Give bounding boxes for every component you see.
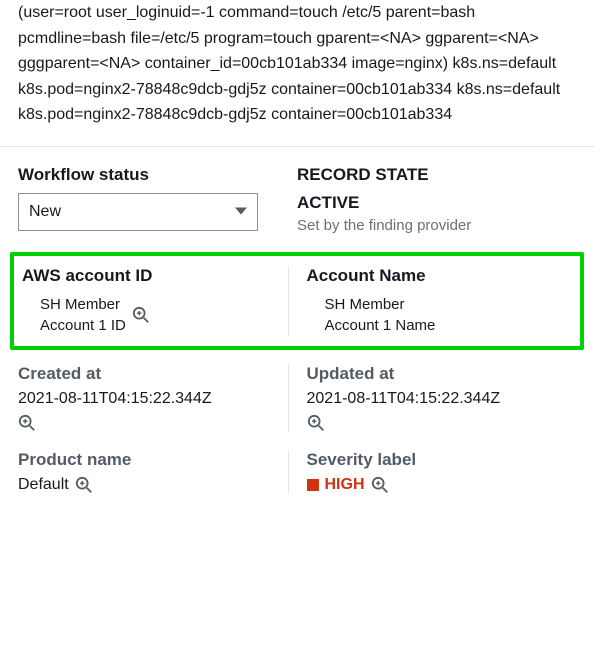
finding-description: (user=root user_loginuid=-1 command=touc… (0, 0, 594, 146)
updated-at-label: Updated at (307, 364, 577, 384)
account-name-value-line2: Account 1 Name (325, 317, 436, 334)
record-state-value: ACTIVE (297, 193, 576, 213)
severity-square-icon (307, 479, 319, 491)
workflow-status-label: Workflow status (18, 165, 297, 185)
workflow-status-selected: New (29, 203, 61, 221)
account-name-value-line1: SH Member (325, 296, 405, 313)
account-highlight-box: AWS account ID SH Member Account 1 ID Ac… (10, 252, 584, 350)
severity-label-label: Severity label (307, 450, 577, 470)
aws-account-id-value-line1: SH Member (40, 296, 120, 313)
workflow-status-select[interactable]: New (18, 193, 258, 231)
created-at-value: 2021-08-11T04:15:22.344Z (18, 390, 288, 408)
magnify-plus-icon[interactable] (307, 414, 325, 432)
finding-description-text: (user=root user_loginuid=-1 command=touc… (18, 4, 560, 123)
aws-account-id-label: AWS account ID (22, 266, 280, 286)
magnify-plus-icon[interactable] (18, 414, 36, 432)
magnify-plus-icon[interactable] (75, 476, 93, 494)
updated-at-value: 2021-08-11T04:15:22.344Z (307, 390, 577, 408)
aws-account-id-value-line2: Account 1 ID (40, 317, 126, 334)
magnify-plus-icon[interactable] (371, 476, 389, 494)
record-state-label: RECORD STATE (297, 165, 576, 185)
magnify-plus-icon[interactable] (132, 306, 150, 324)
record-state-hint: Set by the finding provider (297, 217, 576, 234)
severity-value: HIGH (325, 476, 365, 494)
severity-badge: HIGH (307, 476, 365, 494)
product-name-label: Product name (18, 450, 288, 470)
product-name-value: Default (18, 476, 69, 494)
account-name-label: Account Name (307, 266, 565, 286)
created-at-label: Created at (18, 364, 288, 384)
